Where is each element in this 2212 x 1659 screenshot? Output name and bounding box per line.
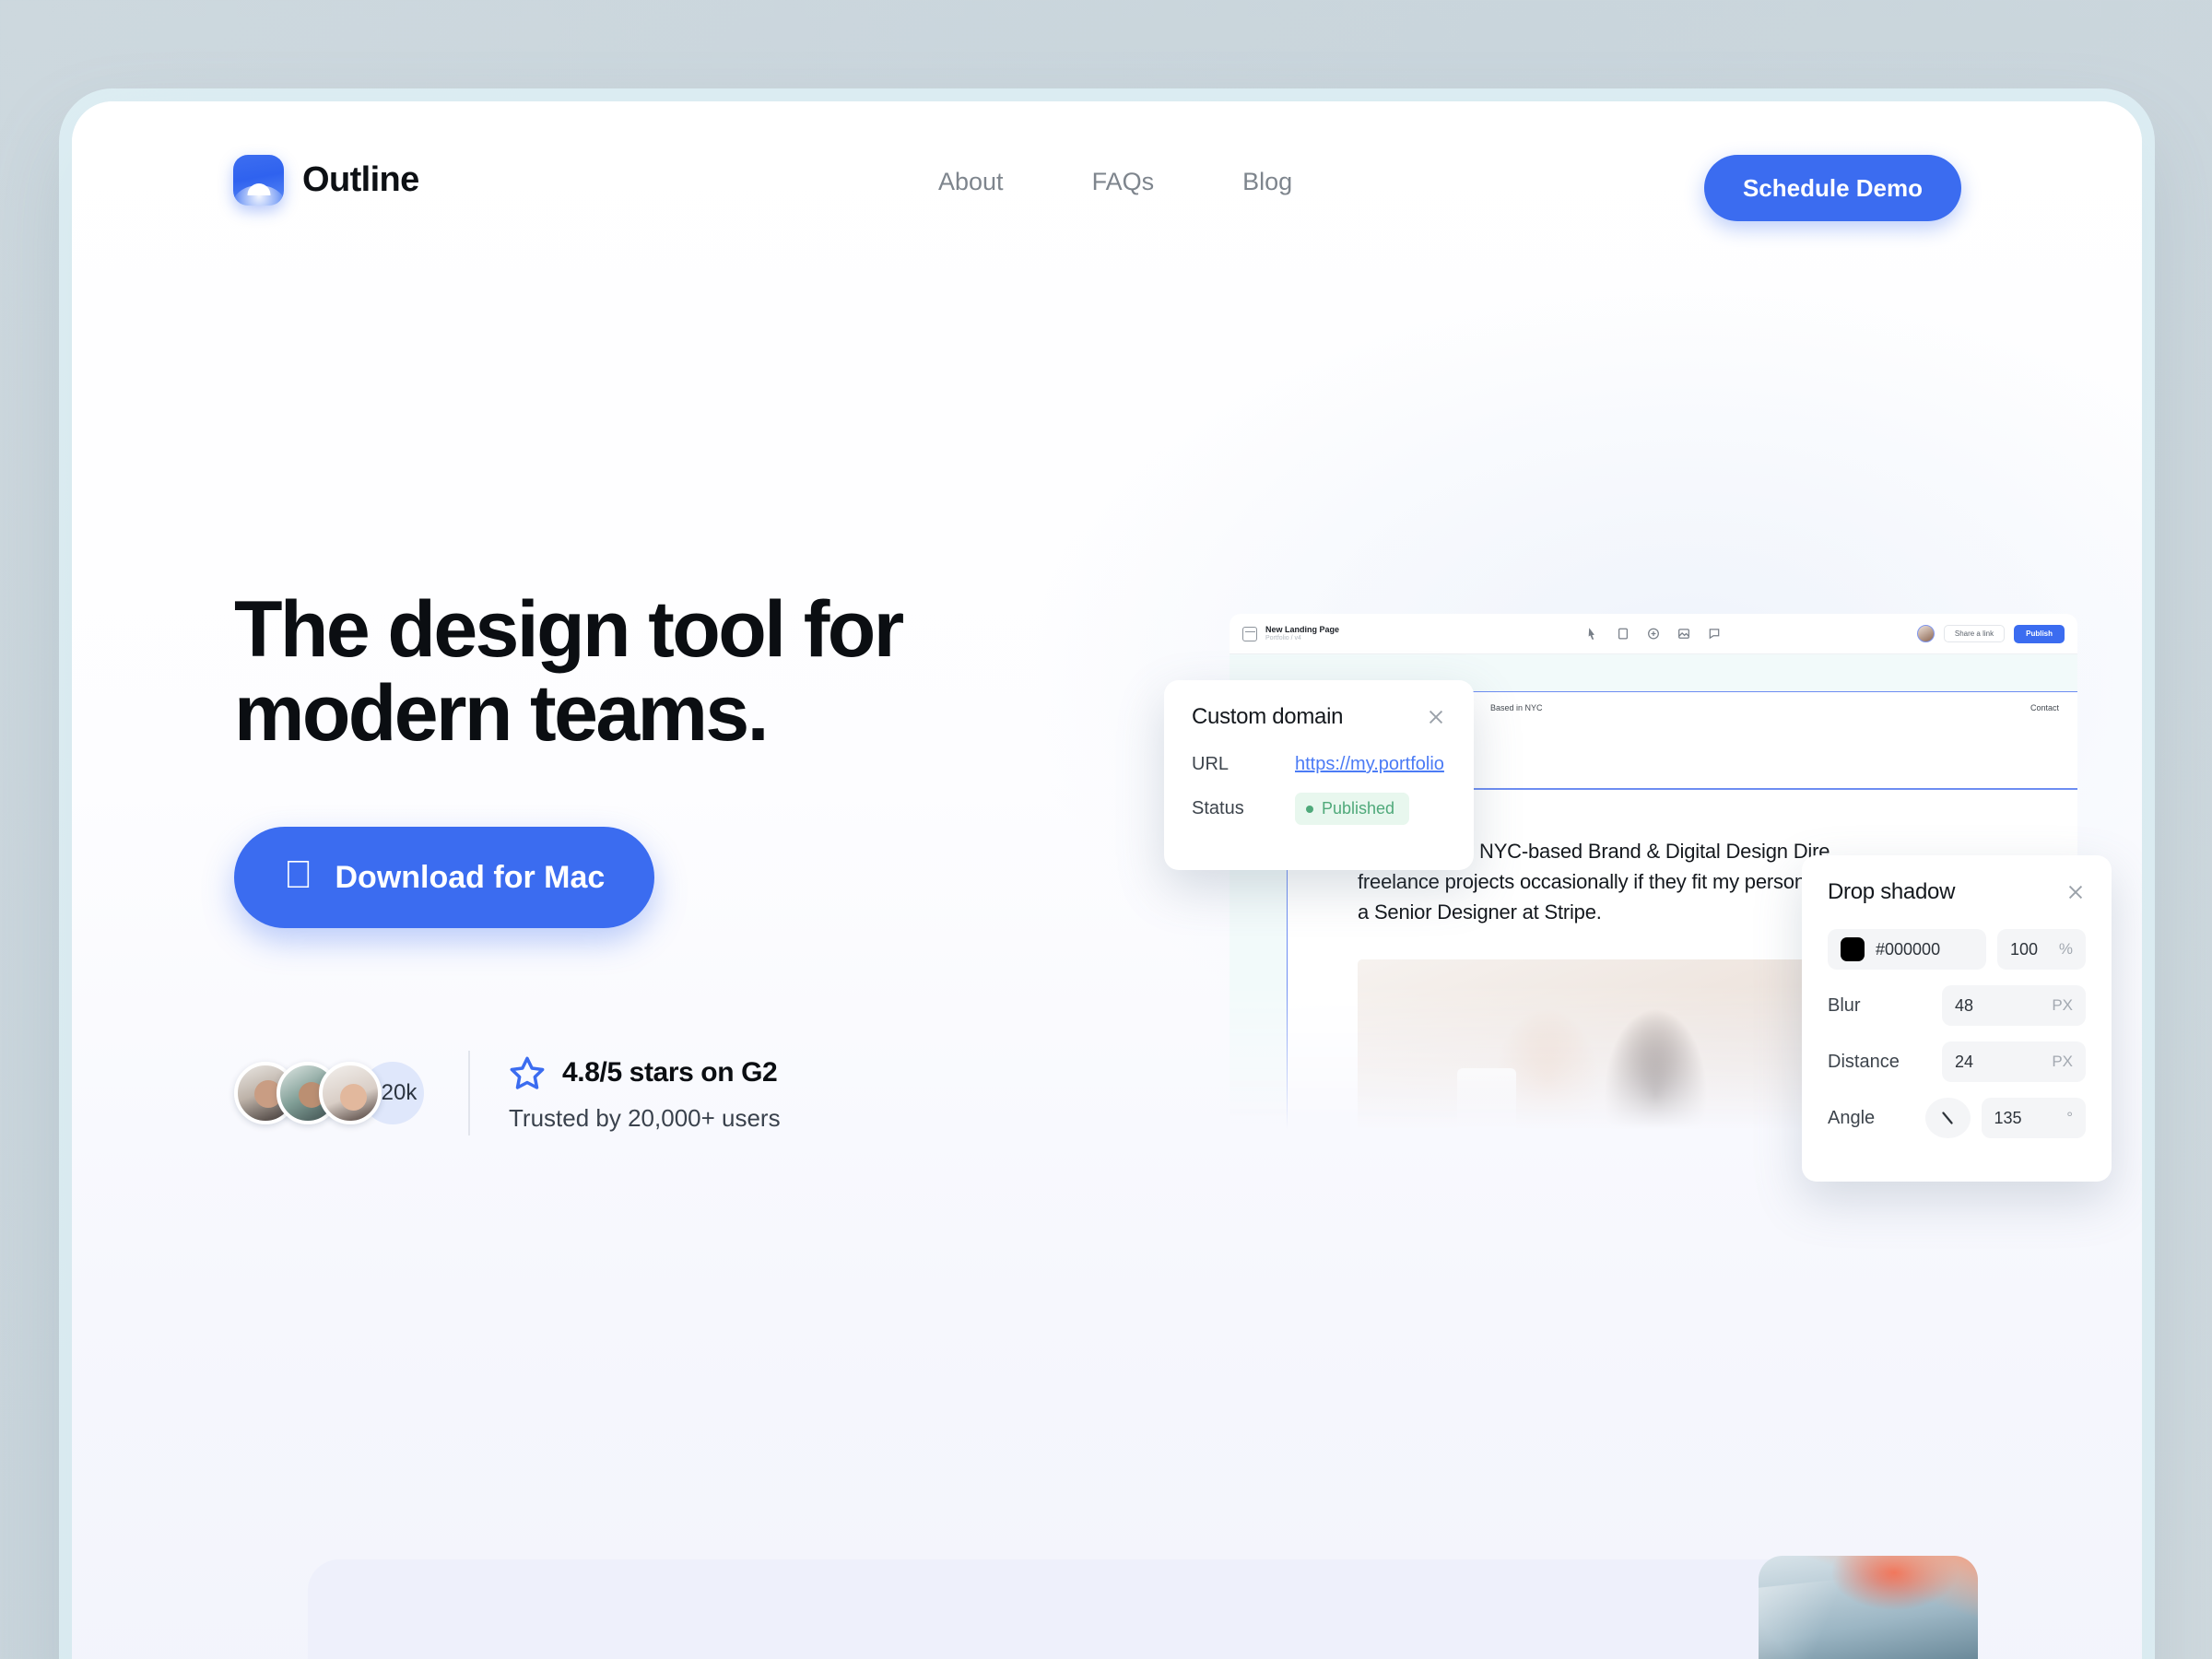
angle-dial-icon[interactable] [1924,1098,1971,1138]
mockup-tool-group [1586,627,1722,641]
blur-value: 48 [1955,995,1974,1015]
custom-domain-panel: Custom domain URL https://my.portfolio S… [1164,680,1474,870]
color-swatch-icon[interactable] [1841,937,1865,961]
angle-value: 135 [1994,1108,2022,1127]
shadow-angle-field[interactable]: 135 ° [1981,1098,2086,1138]
mockup-doc-info[interactable]: New Landing Page Portfolio / v4 [1242,625,1339,643]
blur-unit: PX [2052,996,2073,1014]
mockup-product-photo [1358,959,1809,1130]
pen-cursor-icon[interactable] [1586,627,1600,641]
shadow-distance-field[interactable]: 24 PX [1942,1041,2086,1082]
custom-domain-status-row: Status Published [1192,793,1446,825]
download-for-mac-button[interactable]:  Download for Mac [234,827,655,928]
blur-label: Blur [1828,994,1861,1016]
user-avatar[interactable] [1916,625,1935,642]
plus-circle-icon[interactable] [1647,627,1661,641]
nav-item-blog[interactable]: Blog [1242,168,1292,196]
drop-shadow-title: Drop shadow [1828,879,1956,904]
browser-page-card: Outline About FAQs Blog Schedule Demo Th… [72,101,2142,1659]
status-badge: Published [1295,793,1410,825]
shadow-opacity-value: 100 [2010,939,2039,959]
star-icon [510,1056,545,1089]
shadow-color-row: #000000 100 % [1828,929,2086,970]
hero-title: The design tool for modern teams. [234,585,1064,759]
distance-unit: PX [2052,1053,2073,1070]
url-label: URL [1192,754,1230,774]
angle-label: Angle [1828,1107,1876,1128]
drop-shadow-panel-header: Drop shadow [1828,879,2086,905]
close-icon[interactable] [1426,707,1446,727]
angle-unit: ° [2066,1109,2073,1126]
sheet-col-mid: Based in NYC [1490,703,1543,712]
page-background: Outline About FAQs Blog Schedule Demo Th… [72,101,2142,1659]
shadow-angle-row: Angle 135 ° [1828,1098,2086,1138]
nav-item-about[interactable]: About [938,168,1004,196]
bottom-feature-card [308,1559,1978,1659]
custom-domain-url-row: URL https://my.portfolio [1192,754,1446,775]
drop-shadow-panel: Drop shadow #000000 100 % Blur 48 PX Dis… [1802,855,2112,1182]
brand-logo[interactable]: Outline [233,155,419,206]
schedule-demo-button[interactable]: Schedule Demo [1703,155,1961,221]
mockup-doc-subtitle: Portfolio / v4 [1265,634,1301,641]
comment-icon[interactable] [1708,627,1722,641]
publish-button[interactable]: Publish [2014,624,2065,643]
status-label: Status [1192,798,1244,818]
shadow-distance-row: Distance 24 PX [1828,1041,2086,1082]
trusted-text: Trusted by 20,000+ users [509,1103,781,1132]
main-nav: About FAQs Blog [938,168,1292,196]
shadow-opacity-unit: % [2058,940,2073,958]
status-badge-label: Published [1322,799,1395,818]
mockup-toolbar-right: Share a link Publish [1916,624,2065,643]
shadow-blur-field[interactable]: 48 PX [1942,985,2086,1026]
site-header: Outline About FAQs Blog Schedule Demo [72,101,2142,295]
social-proof: +20k 4.8/5 stars on G2 Trusted by 20,000… [234,1051,781,1135]
rating-block: 4.8/5 stars on G2 Trusted by 20,000+ use… [509,1054,781,1133]
mockup-toolbar: New Landing Page Portfolio / v4 Share a … [1230,614,2077,654]
hero-title-line2: modern teams. [234,669,770,759]
custom-domain-panel-header: Custom domain [1192,704,1446,730]
url-value-link[interactable]: https://my.portfolio [1295,754,1444,775]
custom-domain-title: Custom domain [1192,704,1344,729]
image-icon[interactable] [1677,627,1691,641]
download-button-label: Download for Mac [306,859,606,895]
social-divider [468,1051,470,1135]
sheet-col-right: Contact [2030,703,2059,712]
shadow-opacity-field[interactable]: 100 % [1997,929,2086,970]
avatar [319,1062,382,1124]
nav-item-faqs[interactable]: FAQs [1092,168,1155,196]
frame-icon[interactable] [1617,627,1630,641]
rating-text: 4.8/5 stars on G2 [562,1056,778,1088]
distance-label: Distance [1828,1051,1900,1072]
shadow-color-value: #000000 [1876,939,1941,959]
layout-icon [1242,626,1257,641]
distance-value: 24 [1955,1052,1974,1071]
share-link-button[interactable]: Share a link [1943,625,2006,642]
close-icon[interactable] [2065,882,2086,902]
status-dot-icon [1306,805,1313,813]
hero-title-line1: The design tool for [234,585,904,674]
shadow-blur-row: Blur 48 PX [1828,985,2086,1026]
brand-name: Outline [302,160,419,199]
outline-dome-logo-icon [233,155,284,206]
mockup-doc-title: New Landing Page [1265,624,1340,634]
shadow-color-field[interactable]: #000000 [1828,929,1986,970]
bottom-mountain-photo [1759,1556,1978,1659]
avatar-stack: +20k [234,1062,424,1124]
